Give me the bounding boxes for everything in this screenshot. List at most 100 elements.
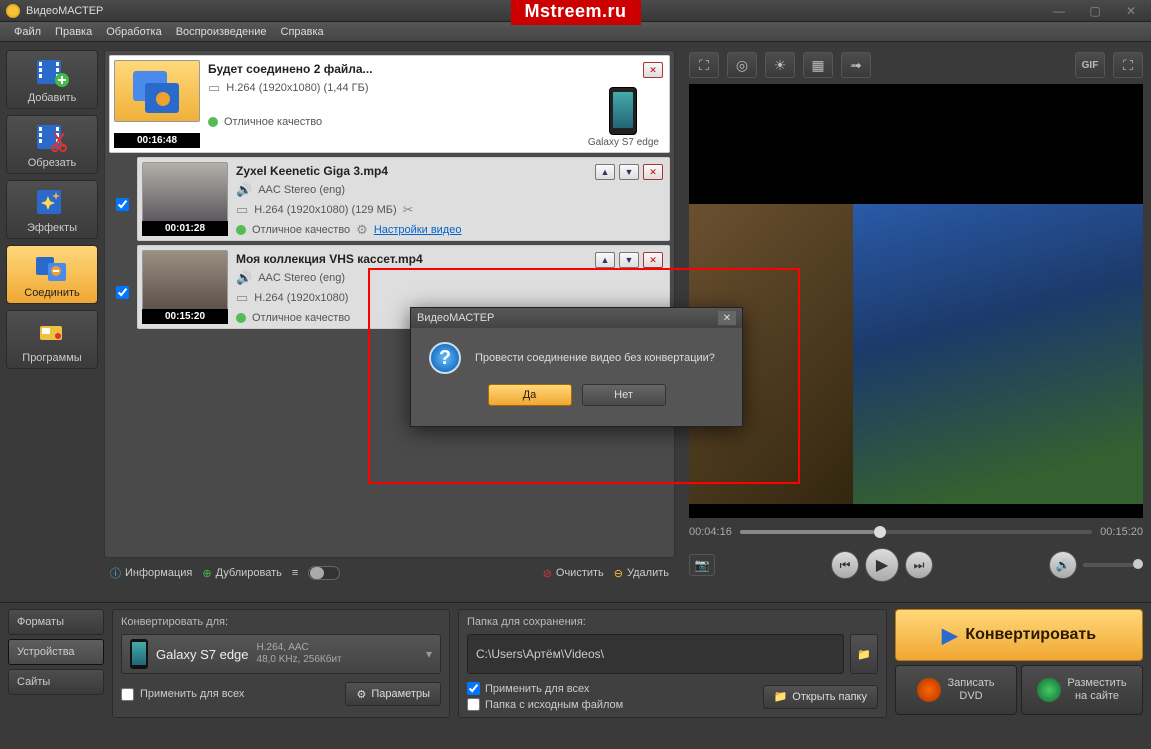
play-arrow-icon: ▶ bbox=[942, 623, 957, 648]
apply-all-label: Применить для всех bbox=[140, 688, 244, 700]
move-up-button[interactable]: ▲ bbox=[595, 164, 615, 180]
play-button[interactable]: ▶ bbox=[865, 548, 899, 582]
codec-text: H.264 (1920x1080) bbox=[254, 292, 348, 304]
apply-all-checkbox-2[interactable] bbox=[467, 682, 480, 695]
bottom-panel: Форматы Устройства Сайты Конвертировать … bbox=[0, 602, 1151, 726]
menu-help[interactable]: Справка bbox=[275, 24, 330, 40]
close-button[interactable]: ✕ bbox=[1117, 4, 1145, 18]
delete-button[interactable]: ⊖Удалить bbox=[614, 567, 669, 580]
preview-video[interactable] bbox=[689, 84, 1143, 518]
convert-button[interactable]: ▶ Конвертировать bbox=[895, 609, 1143, 661]
open-folder-button[interactable]: 📁Открыть папку bbox=[763, 685, 878, 709]
quality-text: Отличное качество bbox=[224, 116, 322, 128]
next-track-button[interactable]: ⏭ bbox=[905, 551, 933, 579]
dialog-message: Провести соединение видео без конвертаци… bbox=[475, 352, 715, 364]
merged-output-item[interactable]: 00:16:48 Будет соединено 2 файла... ▭H.2… bbox=[109, 55, 670, 153]
confirm-dialog: ВидеоМАСТЕР ✕ ? Провести соединение виде… bbox=[410, 307, 743, 427]
sidebar-item-label: Обрезать bbox=[9, 157, 95, 169]
programs-icon bbox=[32, 317, 72, 349]
heal-button[interactable]: ◎ bbox=[727, 52, 757, 78]
device-name: Galaxy S7 edge bbox=[156, 647, 249, 662]
video-settings-link[interactable]: Настройки видео bbox=[374, 224, 462, 236]
film-icon: ▭ bbox=[236, 290, 248, 306]
preview-panel: ⛶ ◎ ☀ ▦ ➟ GIF ⛶ 00:04:16 00:15:20 📷 ⏮ ▶ … bbox=[679, 42, 1151, 602]
menu-edit[interactable]: Правка bbox=[49, 24, 98, 40]
save-folder-panel: Папка для сохранения: C:\Users\Артём\Vid… bbox=[458, 609, 887, 718]
file-checkbox[interactable] bbox=[116, 198, 129, 211]
device-selector[interactable]: Galaxy S7 edge H.264, AAC48,0 KHz, 256Кб… bbox=[121, 634, 441, 674]
folder-icon: 📁 bbox=[774, 690, 788, 703]
publish-button[interactable]: Разместитьна сайте bbox=[1021, 665, 1143, 715]
app-title: ВидеоМАСТЕР bbox=[26, 5, 103, 17]
quality-text: Отличное качество bbox=[252, 312, 350, 324]
globe-icon bbox=[1037, 678, 1061, 702]
brightness-button[interactable]: ☀ bbox=[765, 52, 795, 78]
info-button[interactable]: ⓘИнформация bbox=[110, 565, 192, 581]
codec-text: H.264 (1920x1080) (1,44 ГБ) bbox=[226, 82, 368, 94]
scissors-icon[interactable]: ✂ bbox=[403, 202, 414, 218]
tab-devices[interactable]: Устройства bbox=[8, 639, 104, 665]
seek-track[interactable] bbox=[740, 530, 1092, 534]
audio-text: AAC Stereo (eng) bbox=[258, 184, 345, 196]
quality-dot-icon bbox=[236, 313, 246, 323]
quality-dot-icon bbox=[208, 117, 218, 127]
browse-folder-button[interactable]: 📁 bbox=[850, 634, 878, 674]
speaker-icon: 🔊 bbox=[236, 182, 252, 198]
list-view-button[interactable]: ≡ bbox=[292, 567, 298, 579]
menubar: Файл Правка Обработка Воспроизведение Сп… bbox=[0, 22, 1151, 42]
minimize-button[interactable]: — bbox=[1045, 4, 1073, 18]
move-down-button[interactable]: ▼ bbox=[619, 164, 639, 180]
view-toggle[interactable] bbox=[308, 566, 340, 580]
time-duration: 00:15:20 bbox=[1100, 526, 1143, 538]
move-down-button[interactable]: ▼ bbox=[619, 252, 639, 268]
maximize-button[interactable]: ▢ bbox=[1081, 4, 1109, 18]
remove-item-button[interactable]: ✕ bbox=[643, 62, 663, 78]
sidebar-add-button[interactable]: Добавить bbox=[6, 50, 98, 109]
apply-all-checkbox[interactable] bbox=[121, 688, 134, 701]
prev-track-button[interactable]: ⏮ bbox=[831, 551, 859, 579]
apply-all-label: Применить для всех bbox=[485, 683, 589, 695]
thumbnail-container: 00:01:28 bbox=[138, 158, 232, 240]
tab-sites[interactable]: Сайты bbox=[8, 669, 104, 695]
remove-item-button[interactable]: ✕ bbox=[643, 252, 663, 268]
gif-button[interactable]: GIF bbox=[1075, 52, 1105, 78]
menu-playback[interactable]: Воспроизведение bbox=[170, 24, 273, 40]
menu-process[interactable]: Обработка bbox=[100, 24, 167, 40]
action-buttons: ▶ Конвертировать ЗаписатьDVD Разместитьн… bbox=[895, 609, 1143, 718]
film-cut-icon bbox=[32, 122, 72, 154]
time-position: 00:04:16 bbox=[689, 526, 732, 538]
sidebar-programs-button[interactable]: Программы bbox=[6, 310, 98, 369]
menu-file[interactable]: Файл bbox=[8, 24, 47, 40]
source-folder-checkbox[interactable] bbox=[467, 698, 480, 711]
remove-item-button[interactable]: ✕ bbox=[643, 164, 663, 180]
convert-for-panel: Конвертировать для: Galaxy S7 edge H.264… bbox=[112, 609, 450, 718]
speed-button[interactable]: ➟ bbox=[841, 52, 871, 78]
dialog-close-button[interactable]: ✕ bbox=[718, 311, 736, 325]
volume-button[interactable]: 🔊 bbox=[1049, 551, 1077, 579]
codec-info: H.264, AAC48,0 KHz, 256Кбит bbox=[257, 642, 342, 666]
fullscreen-button[interactable]: ⛶ bbox=[1113, 52, 1143, 78]
move-up-button[interactable]: ▲ bbox=[595, 252, 615, 268]
tab-formats[interactable]: Форматы bbox=[8, 609, 104, 635]
crop-button[interactable]: ⛶ bbox=[689, 52, 719, 78]
duplicate-button[interactable]: ⊕Дублировать bbox=[202, 567, 282, 580]
params-button[interactable]: ⚙Параметры bbox=[345, 682, 441, 706]
file-list: 00:16:48 Будет соединено 2 файла... ▭H.2… bbox=[104, 50, 675, 558]
sidebar-effects-button[interactable]: Эффекты bbox=[6, 180, 98, 239]
snapshot-button[interactable]: 📷 bbox=[689, 554, 715, 576]
clear-button[interactable]: ⊘Очистить bbox=[543, 567, 604, 580]
seek-knob[interactable] bbox=[874, 526, 886, 538]
watermark-badge: Mstreem.ru bbox=[510, 0, 640, 25]
volume-slider[interactable] bbox=[1083, 563, 1143, 567]
save-path-field[interactable]: C:\Users\Артём\Videos\ bbox=[467, 634, 844, 674]
dialog-no-button[interactable]: Нет bbox=[582, 384, 666, 406]
sidebar-cut-button[interactable]: Обрезать bbox=[6, 115, 98, 174]
frame-button[interactable]: ▦ bbox=[803, 52, 833, 78]
target-device: Galaxy S7 edge bbox=[588, 87, 659, 148]
apply-row: Применить для всех ⚙Параметры bbox=[121, 682, 441, 706]
file-checkbox[interactable] bbox=[116, 286, 129, 299]
sidebar-join-button[interactable]: Соединить bbox=[6, 245, 98, 304]
burn-dvd-button[interactable]: ЗаписатьDVD bbox=[895, 665, 1017, 715]
dialog-yes-button[interactable]: Да bbox=[488, 384, 572, 406]
file-item[interactable]: 00:01:28 Zyxel Keenetic Giga 3.mp4 🔊AAC … bbox=[137, 157, 670, 241]
